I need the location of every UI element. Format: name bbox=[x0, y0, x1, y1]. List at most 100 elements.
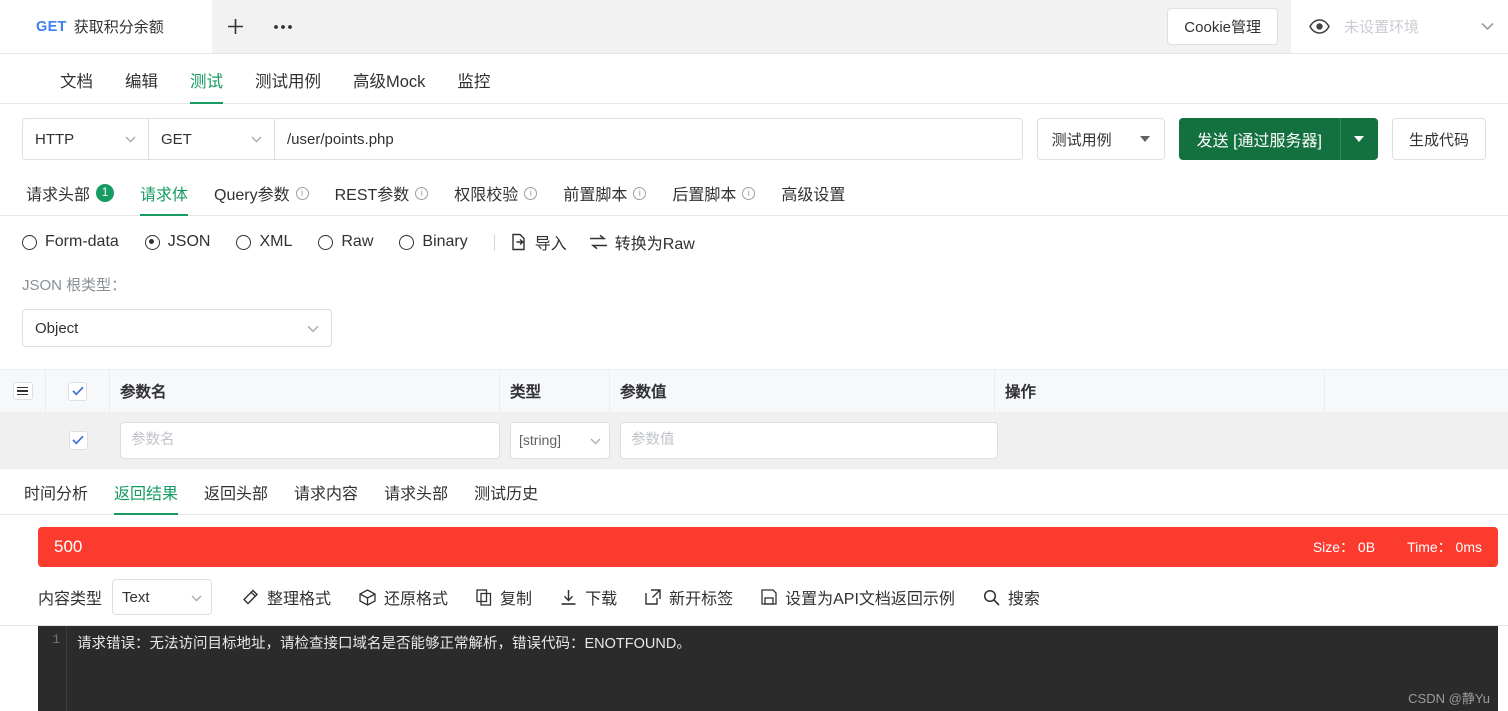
search-button[interactable]: 搜索 bbox=[983, 585, 1040, 609]
row-checkbox[interactable] bbox=[68, 430, 88, 450]
body-type-form-data[interactable]: Form-data bbox=[22, 233, 119, 251]
resp-tab-request-body[interactable]: 请求内容 bbox=[281, 480, 371, 514]
content-type-select[interactable]: Text bbox=[112, 579, 213, 615]
response-body-editor[interactable]: 1 请求错误：无法访问目标地址，请检查接口域名是否能够正常解析，错误代码：ENO… bbox=[38, 626, 1498, 711]
restore-format-label: 还原格式 bbox=[384, 591, 449, 608]
chevron-down-icon bbox=[191, 589, 202, 606]
body-type-json[interactable]: JSON bbox=[144, 233, 211, 251]
plus-icon bbox=[227, 19, 243, 34]
import-icon bbox=[512, 233, 525, 251]
chevron-down-icon bbox=[590, 432, 601, 448]
req-tab-query[interactable]: Query参数 i bbox=[201, 181, 322, 215]
http-method-value: GET bbox=[161, 130, 192, 148]
open-new-tab-button[interactable]: 新开标签 bbox=[645, 585, 733, 609]
chevron-down-icon bbox=[307, 320, 319, 337]
convert-to-raw-button[interactable]: 转换为Raw bbox=[589, 230, 695, 254]
request-tab-bar: 请求头部 1 请求体 Query参数 i REST参数 i 权限校验 i 前置脚… bbox=[0, 172, 1508, 216]
hamburger-menu-icon[interactable] bbox=[12, 382, 33, 400]
body-type-json-label: JSON bbox=[167, 233, 211, 250]
row-type-cell: [string] bbox=[500, 421, 610, 459]
resp-tab-timing[interactable]: 时间分析 bbox=[22, 480, 101, 514]
req-tab-headers[interactable]: 请求头部 1 bbox=[22, 181, 127, 215]
import-body-button[interactable]: 导入 bbox=[511, 230, 567, 254]
box-icon bbox=[359, 588, 376, 606]
format-label: 整理格式 bbox=[267, 591, 332, 608]
test-case-dropdown[interactable]: 测试用例 bbox=[1036, 118, 1165, 160]
tab-more-button[interactable] bbox=[258, 0, 308, 53]
add-tab-button[interactable] bbox=[212, 0, 258, 53]
status-banner-wrapper: 500 Size： 0B Time： 0ms bbox=[0, 515, 1508, 567]
magic-wand-icon bbox=[243, 589, 259, 604]
tab-edit[interactable]: 编辑 bbox=[109, 68, 174, 103]
body-type-xml[interactable]: XML bbox=[236, 233, 292, 251]
content-type-label: 内容类型 bbox=[38, 591, 103, 608]
req-tab-body-label: 请求体 bbox=[140, 187, 189, 204]
row-value-cell bbox=[610, 421, 998, 459]
resp-tab-headers[interactable]: 返回头部 bbox=[191, 480, 281, 514]
tab-test[interactable]: 测试 bbox=[174, 68, 239, 104]
row-select-cell bbox=[46, 430, 110, 450]
req-tab-post-script-label: 后置脚本 bbox=[672, 187, 737, 204]
tab-test-cases[interactable]: 测试用例 bbox=[239, 68, 337, 103]
protocol-select[interactable]: HTTP bbox=[22, 118, 148, 160]
download-button[interactable]: 下载 bbox=[560, 585, 617, 609]
status-metrics: Size： 0B Time： 0ms bbox=[1313, 537, 1482, 557]
save-as-example-button[interactable]: 设置为API文档返回示例 bbox=[761, 585, 955, 609]
radio-icon bbox=[22, 234, 37, 250]
header-cell-value: 参数值 bbox=[610, 370, 995, 412]
generate-code-button[interactable]: 生成代码 bbox=[1391, 118, 1486, 160]
req-tab-post-script[interactable]: 后置脚本 i bbox=[659, 181, 768, 215]
chevron-down-icon bbox=[251, 132, 262, 146]
status-badge: 500 Size： 0B Time： 0ms bbox=[38, 527, 1498, 567]
http-method-select[interactable]: GET bbox=[148, 118, 274, 160]
copy-button[interactable]: 复制 bbox=[476, 585, 532, 609]
editor-line-content: 请求错误：无法访问目标地址，请检查接口域名是否能够正常解析，错误代码：ENOTF… bbox=[66, 626, 691, 711]
param-type-select[interactable]: [string] bbox=[510, 421, 610, 459]
format-button[interactable]: 整理格式 bbox=[242, 585, 331, 609]
send-button[interactable]: 发送 [通过服务器] bbox=[1178, 118, 1340, 160]
tab-advanced-mock[interactable]: 高级Mock bbox=[337, 68, 441, 103]
request-url-bar: HTTP GET 测试用例 发送 [通过服务器] 生成代码 bbox=[0, 104, 1508, 172]
info-icon: i bbox=[633, 186, 647, 200]
param-name-input[interactable] bbox=[120, 421, 500, 459]
open-new-tab-label: 新开标签 bbox=[669, 591, 734, 608]
environment-selector[interactable]: 未设置环境 bbox=[1290, 0, 1508, 53]
body-type-binary[interactable]: Binary bbox=[399, 233, 468, 251]
resp-tab-result[interactable]: 返回结果 bbox=[101, 480, 191, 515]
url-input[interactable] bbox=[274, 118, 1023, 160]
send-options-button[interactable] bbox=[1339, 118, 1378, 160]
req-tab-rest-label: REST参数 bbox=[334, 187, 410, 204]
tab-monitor[interactable]: 监控 bbox=[441, 68, 506, 103]
select-all-cell bbox=[46, 370, 110, 412]
req-tab-rest[interactable]: REST参数 i bbox=[322, 181, 442, 215]
document-tab[interactable]: GET 获取积分余额 bbox=[22, 0, 212, 53]
req-tab-pre-script-label: 前置脚本 bbox=[563, 187, 628, 204]
req-tab-auth[interactable]: 权限校验 i bbox=[441, 181, 550, 215]
eye-icon[interactable] bbox=[1309, 19, 1330, 34]
req-tab-body[interactable]: 请求体 bbox=[127, 181, 201, 216]
document-tab-method: GET bbox=[36, 18, 67, 35]
response-time: Time： 0ms bbox=[1407, 539, 1482, 555]
main-tab-bar: 文档 编辑 测试 测试用例 高级Mock 监控 bbox=[0, 54, 1508, 104]
select-all-checkbox[interactable] bbox=[68, 381, 87, 401]
json-root-type-select[interactable]: Object bbox=[22, 309, 332, 347]
req-tab-headers-label: 请求头部 bbox=[26, 187, 91, 204]
body-type-form-data-label: Form-data bbox=[45, 233, 119, 250]
body-type-xml-label: XML bbox=[259, 233, 293, 250]
send-button-group: 发送 [通过服务器] bbox=[1178, 118, 1378, 160]
restore-format-button[interactable]: 还原格式 bbox=[359, 585, 448, 609]
info-icon: i bbox=[295, 186, 309, 200]
tab-docs[interactable]: 文档 bbox=[44, 68, 109, 103]
table-row: [string] bbox=[0, 412, 1508, 468]
req-tab-advanced[interactable]: 高级设置 bbox=[768, 181, 858, 215]
divider bbox=[493, 233, 495, 251]
resp-tab-history[interactable]: 测试历史 bbox=[461, 480, 551, 514]
req-tab-pre-script[interactable]: 前置脚本 i bbox=[550, 181, 659, 215]
body-type-raw[interactable]: Raw bbox=[318, 233, 373, 251]
save-icon bbox=[761, 589, 777, 605]
param-value-input[interactable] bbox=[620, 421, 998, 459]
tabstrip-spacer bbox=[308, 0, 1167, 53]
chevron-down-icon[interactable] bbox=[1481, 20, 1494, 34]
cookie-manage-button[interactable]: Cookie管理 bbox=[1167, 8, 1278, 45]
resp-tab-request-headers[interactable]: 请求头部 bbox=[371, 480, 461, 514]
